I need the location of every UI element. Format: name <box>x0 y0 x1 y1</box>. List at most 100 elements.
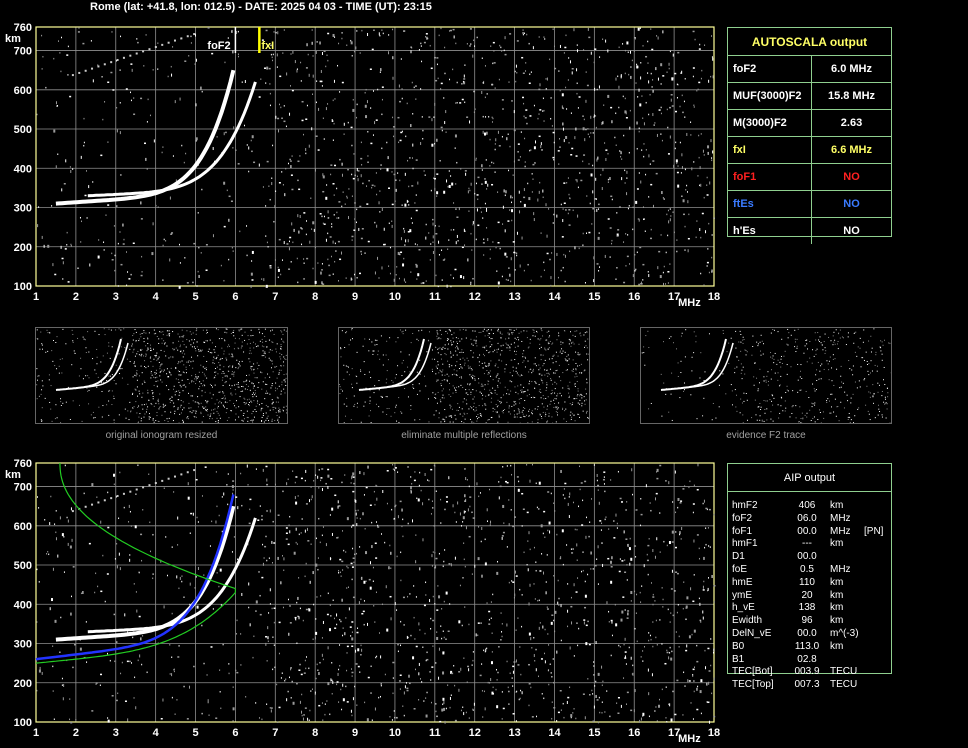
noise-dot <box>473 111 475 114</box>
noise-dot <box>485 561 487 564</box>
noise-dot <box>546 234 548 238</box>
noise-dot <box>332 183 335 185</box>
noise-dot <box>676 572 679 575</box>
thumb-dot <box>448 338 450 340</box>
noise-dot <box>378 201 380 205</box>
thumb-dot <box>248 358 250 360</box>
noise-dot <box>327 592 329 595</box>
noise-dot <box>392 28 394 31</box>
noise-dot <box>423 170 425 172</box>
thumb-dot <box>65 343 67 345</box>
noise-dot <box>624 655 626 659</box>
thumb-dot <box>257 402 259 404</box>
thumb-dot <box>283 406 285 408</box>
noise-dot <box>676 679 679 682</box>
noise-dot <box>482 115 484 118</box>
noise-dot <box>327 682 330 686</box>
noise-dot <box>597 489 599 491</box>
noise-dot <box>507 686 509 689</box>
noise-dot <box>106 573 109 575</box>
noise-dot <box>519 210 521 214</box>
noise-dot <box>669 135 671 139</box>
noise-dot <box>301 243 303 246</box>
noise-dot <box>639 524 641 527</box>
thumb-dot <box>398 397 400 399</box>
noise-dot <box>548 521 551 525</box>
noise-dot <box>507 220 510 222</box>
thumb-dot <box>47 332 49 334</box>
noise-dot <box>476 208 478 212</box>
noise-dot <box>498 285 500 288</box>
noise-dot <box>239 230 241 233</box>
noise-dot <box>277 31 279 35</box>
noise-dot <box>435 565 437 569</box>
thumb-dot <box>523 350 525 352</box>
noise-dot <box>667 608 669 611</box>
noise-dot <box>480 207 482 209</box>
noise-dot <box>387 156 389 160</box>
noise-dot <box>561 93 564 97</box>
noise-dot <box>96 496 98 498</box>
noise-dot <box>149 114 151 117</box>
noise-dot <box>129 558 131 562</box>
noise-dot <box>309 709 311 712</box>
noise-dot <box>506 660 508 663</box>
noise-dot <box>521 525 523 527</box>
noise-dot <box>462 521 464 523</box>
thumb-dot <box>515 403 517 405</box>
noise-dot <box>304 479 306 482</box>
noise-dot <box>441 608 443 610</box>
noise-dot <box>647 271 649 273</box>
noise-dot <box>519 588 521 591</box>
noise-dot <box>599 520 602 522</box>
noise-dot <box>117 692 119 695</box>
thumb-dot <box>87 375 89 377</box>
noise-dot <box>684 249 686 251</box>
noise-dot <box>608 528 610 530</box>
thumb-dot <box>199 385 201 387</box>
noise-dot <box>388 187 391 189</box>
noise-dot <box>265 285 267 288</box>
noise-dot <box>351 476 353 480</box>
noise-dot <box>278 706 281 709</box>
thumb-dot <box>346 405 348 407</box>
thumb-dot <box>191 412 193 414</box>
noise-dot <box>635 200 638 204</box>
thumb-dot <box>455 390 457 392</box>
noise-dot <box>582 115 584 117</box>
noise-dot <box>464 606 466 608</box>
x-tick-label: 9 <box>352 291 358 303</box>
thumb-dot <box>264 383 266 385</box>
noise-dot <box>389 246 391 249</box>
noise-dot <box>696 644 698 647</box>
noise-dot <box>293 228 295 232</box>
noise-dot <box>82 42 85 45</box>
noise-dot <box>448 476 450 480</box>
thumb-dot <box>271 349 273 351</box>
thumb-dot <box>168 330 170 332</box>
thumb-dot <box>72 400 74 402</box>
thumb-dot <box>178 361 180 363</box>
thumb-dot <box>278 373 280 375</box>
thumb-dot <box>528 383 530 385</box>
noise-dot <box>162 698 164 702</box>
thumb-dot <box>228 384 230 386</box>
noise-dot <box>88 542 91 545</box>
noise-dot <box>249 498 252 501</box>
noise-dot <box>675 110 678 113</box>
noise-dot <box>617 75 619 78</box>
noise-dot <box>215 471 217 473</box>
noise-dot <box>391 719 393 721</box>
thumb-dot <box>488 364 490 366</box>
noise-dot <box>556 252 558 256</box>
noise-dot <box>442 651 445 655</box>
noise-dot <box>542 97 544 100</box>
noise-dot <box>415 98 417 100</box>
noise-dot <box>380 68 382 72</box>
noise-dot <box>432 235 434 239</box>
noise-dot <box>163 238 165 241</box>
thumb-dot <box>462 328 464 330</box>
noise-dot <box>654 555 656 559</box>
noise-dot <box>411 81 413 84</box>
noise-dot <box>286 482 288 486</box>
